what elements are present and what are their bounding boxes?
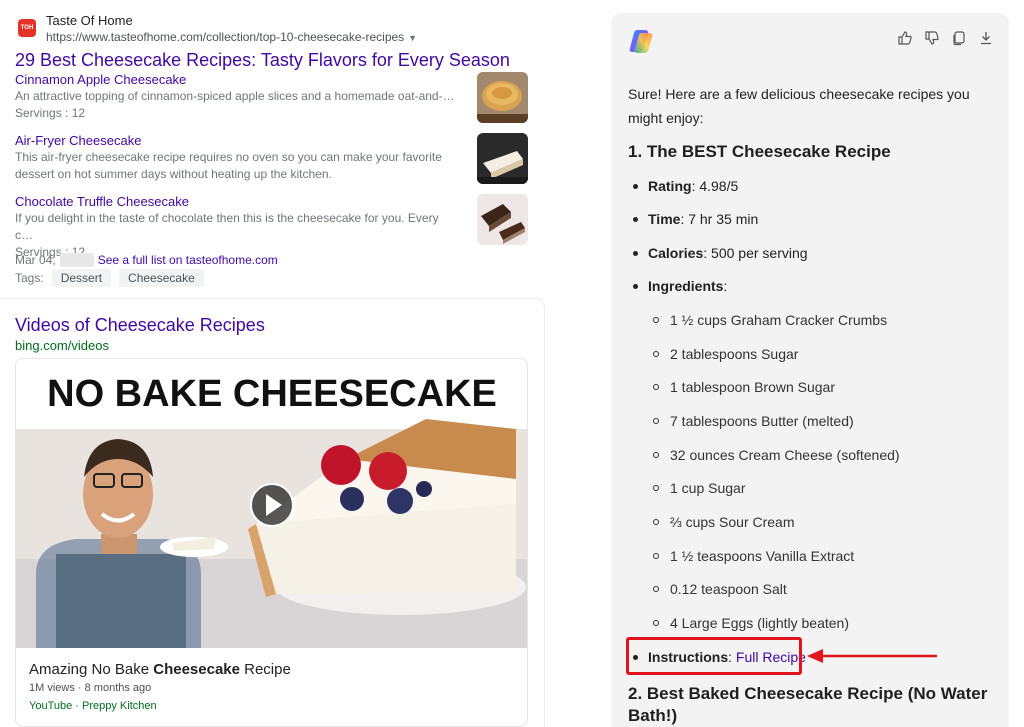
ingredient-text: 1 cup Sugar xyxy=(670,480,746,496)
sub-result-title-link[interactable]: Cinnamon Apple Cheesecake xyxy=(15,72,455,88)
bullet-ring xyxy=(653,351,659,357)
ingredient-item: 4 Large Eggs (lightly beaten) xyxy=(653,615,849,631)
ingredients-bullet: Ingredients: xyxy=(633,278,727,294)
calories-bullet: Calories: 500 per serving xyxy=(633,245,808,261)
ingredient-text: ⅔ cups Sour Cream xyxy=(670,514,795,530)
tags-row: Tags: Dessert Cheesecake xyxy=(15,269,204,287)
video-title-prefix[interactable]: Amazing No Bake xyxy=(29,661,153,678)
sub-result-title-link[interactable]: Chocolate Truffle Cheesecake xyxy=(15,194,455,210)
sub-result-desc: This air-fryer cheesecake recipe require… xyxy=(15,150,442,181)
result-date: Mar 04, xyxy=(15,253,56,267)
rating-label: Rating xyxy=(648,178,692,194)
bullet-dot xyxy=(633,183,638,189)
rating-bullet: Rating: 4.98/5 xyxy=(633,178,738,194)
tag-dessert[interactable]: Dessert xyxy=(51,269,112,287)
ingredient-item: 1 cup Sugar xyxy=(653,480,746,496)
bullet-dot xyxy=(633,283,638,289)
videos-source[interactable]: bing.com/videos xyxy=(15,338,109,353)
video-result-card[interactable]: NO BAKE CHEESECAKE Amazing No Bake Chees… xyxy=(15,358,528,727)
ingredient-text: 1 ½ cups Graham Cracker Crumbs xyxy=(670,312,888,328)
ingredient-text: 32 ounces Cream Cheese (softened) xyxy=(670,447,900,463)
result-title-link[interactable]: 29 Best Cheesecake Recipes: Tasty Flavor… xyxy=(15,50,510,71)
videos-title-link[interactable]: Videos of Cheesecake Recipes xyxy=(15,315,265,336)
tasteofhome-favicon-icon: TOH xyxy=(18,19,36,37)
video-views: 1M views · 8 months ago xyxy=(29,682,152,694)
date-redacted xyxy=(59,253,94,267)
bullet-ring xyxy=(653,485,659,491)
bullet-dot xyxy=(633,250,638,256)
video-thumbnail[interactable]: NO BAKE CHEESECAKE xyxy=(16,359,528,648)
sub-result-servings: Servings : 12 xyxy=(15,106,86,120)
full-list-link[interactable]: See a full list on tasteofhome.com xyxy=(98,253,278,267)
bullet-ring xyxy=(653,384,659,390)
ingredients-label: Ingredients xyxy=(648,278,724,294)
copilot-logo-icon xyxy=(629,30,653,53)
recipe-2-heading: 2. Best Baked Cheesecake Recipe (No Wate… xyxy=(628,684,988,725)
calories-label: Calories xyxy=(648,245,704,261)
thumbnail-caption: NO BAKE CHEESECAKE xyxy=(47,373,497,415)
time-value: : 7 hr 35 min xyxy=(680,211,759,227)
apple-cheesecake-thumbnail[interactable] xyxy=(477,72,528,123)
bullet-ring xyxy=(653,452,659,458)
sub-result-title-link[interactable]: Air-Fryer Cheesecake xyxy=(15,133,455,149)
response-intro: Sure! Here are a few delicious cheesecak… xyxy=(628,86,970,126)
bullet-ring xyxy=(653,553,659,559)
video-channel[interactable]: YouTube · Preppy Kitchen xyxy=(29,700,157,712)
sub-result-3: Chocolate Truffle Cheesecake If you deli… xyxy=(15,194,455,261)
copy-icon[interactable] xyxy=(950,29,968,47)
ingredients-suffix: : xyxy=(723,278,728,294)
ingredient-item: 2 tablespoons Sugar xyxy=(653,346,798,362)
ingredient-item: 7 tablespoons Butter (melted) xyxy=(653,413,854,429)
rating-value: : 4.98/5 xyxy=(691,178,739,194)
url-options-caret-icon[interactable]: ▼ xyxy=(408,33,417,43)
tag-cheesecake[interactable]: Cheesecake xyxy=(119,269,204,287)
recipe-1-heading: 1. The BEST Cheesecake Recipe xyxy=(628,142,891,161)
ingredient-text: 1 ½ teaspoons Vanilla Extract xyxy=(670,548,855,564)
ingredient-text: 1 tablespoon Brown Sugar xyxy=(670,379,835,395)
sub-result-desc: If you delight in the taste of chocolate… xyxy=(15,211,439,242)
tags-label: Tags: xyxy=(15,271,44,285)
ingredient-text: 4 Large Eggs (lightly beaten) xyxy=(670,615,849,631)
video-title-bold[interactable]: Cheesecake xyxy=(153,661,240,678)
bullet-ring xyxy=(653,586,659,592)
ingredient-item: 0.12 teaspoon Salt xyxy=(653,581,787,597)
sub-result-2: Air-Fryer Cheesecake This air-fryer chee… xyxy=(15,133,455,183)
response-toolbar xyxy=(896,29,995,47)
airfryer-cheesecake-thumbnail[interactable] xyxy=(477,133,528,184)
search-results-column: TOH Taste Of Home https://www.tasteofhom… xyxy=(0,0,560,727)
ingredient-text: 0.12 teaspoon Salt xyxy=(670,581,787,597)
ingredient-item: 32 ounces Cream Cheese (softened) xyxy=(653,447,900,463)
ingredient-item: 1 tablespoon Brown Sugar xyxy=(653,379,835,395)
bullet-dot xyxy=(633,216,638,222)
site-url[interactable]: https://www.tasteofhome.com/collection/t… xyxy=(46,30,417,44)
calories-value: : 500 per serving xyxy=(703,245,808,261)
chocolate-cheesecake-thumbnail[interactable] xyxy=(477,194,528,245)
bullet-ring xyxy=(653,620,659,626)
bullet-ring xyxy=(653,418,659,424)
sub-result-1: Cinnamon Apple Cheesecake An attractive … xyxy=(15,72,455,122)
download-icon[interactable] xyxy=(977,29,995,47)
time-bullet: Time: 7 hr 35 min xyxy=(633,211,758,227)
date-row: Mar 04, See a full list on tasteofhome.c… xyxy=(15,253,278,267)
time-label: Time xyxy=(648,211,681,227)
highlight-box xyxy=(626,637,802,675)
ingredient-item: ⅔ cups Sour Cream xyxy=(653,514,795,530)
ingredient-text: 7 tablespoons Butter (melted) xyxy=(670,413,854,429)
video-title-suffix[interactable]: Recipe xyxy=(240,661,291,678)
ingredient-item: 1 ½ cups Graham Cracker Crumbs xyxy=(653,312,887,328)
bullet-ring xyxy=(653,317,659,323)
bullet-ring xyxy=(653,519,659,525)
site-name: Taste Of Home xyxy=(46,13,133,28)
thumbs-down-icon[interactable] xyxy=(923,29,941,47)
copilot-panel: Sure! Here are a few delicious cheesecak… xyxy=(611,13,1009,727)
video-title[interactable]: Amazing No Bake Cheesecake Recipe xyxy=(29,661,291,678)
site-url-text[interactable]: https://www.tasteofhome.com/collection/t… xyxy=(46,30,404,44)
red-arrow-icon xyxy=(807,649,937,663)
thumbs-up-icon[interactable] xyxy=(896,29,914,47)
ingredient-text: 2 tablespoons Sugar xyxy=(670,346,799,362)
sub-result-desc: An attractive topping of cinnamon-spiced… xyxy=(15,89,455,103)
ingredient-item: 1 ½ teaspoons Vanilla Extract xyxy=(653,548,854,564)
